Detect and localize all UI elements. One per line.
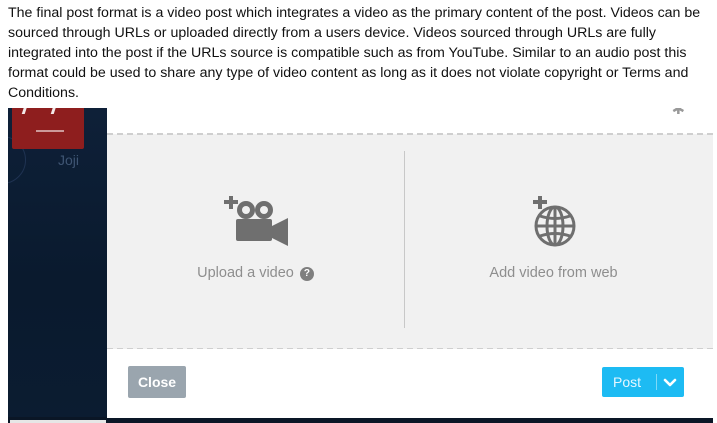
video-post-modal: ───── ──────── ✱ — [107, 108, 713, 418]
screenshot-region: Joji ───── ──────── ✱ — [8, 108, 713, 423]
help-icon[interactable]: ? — [299, 267, 314, 281]
blog-thumbnail[interactable] — [12, 108, 84, 149]
close-button[interactable]: Close — [128, 366, 186, 398]
upload-video-text: Upload a video — [197, 265, 294, 281]
upload-video-option[interactable]: Upload a video? — [107, 188, 404, 298]
blog-name: Joji — [58, 152, 80, 168]
thumbnail-logo-mark — [21, 108, 59, 114]
settings-icon[interactable]: ✱ — [672, 108, 685, 119]
post-button-separator — [656, 374, 657, 390]
dashed-divider-top — [107, 133, 713, 135]
add-video-from-web-option[interactable]: Add video from web — [405, 188, 702, 298]
video-camera-plus-icon — [107, 195, 404, 265]
header-text-cutoff: ───── ──────── — [129, 108, 257, 114]
upload-video-label: Upload a video? — [107, 265, 404, 281]
caption-text: The final post format is a video post wh… — [8, 5, 701, 101]
globe-plus-icon — [405, 195, 702, 265]
modal-footer: Close Post — [107, 349, 713, 418]
thumbnail-text-line — [36, 130, 64, 132]
chevron-down-icon[interactable] — [662, 376, 678, 388]
add-video-from-web-label: Add video from web — [489, 265, 618, 281]
modal-header: ───── ──────── ✱ — [107, 108, 713, 134]
post-button[interactable]: Post — [602, 367, 684, 397]
post-button-label[interactable]: Post — [613, 367, 641, 397]
